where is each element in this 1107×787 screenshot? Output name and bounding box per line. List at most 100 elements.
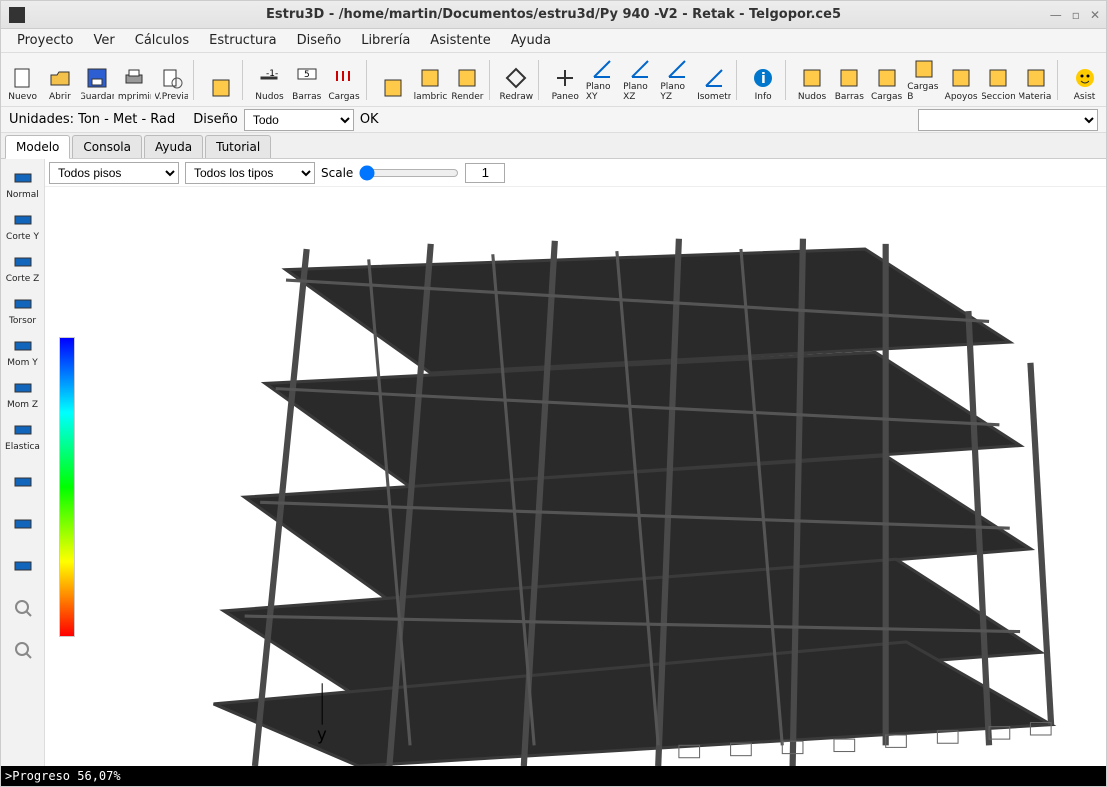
side-label: Corte Z — [6, 274, 40, 284]
side-nb[interactable] — [3, 497, 43, 537]
tb-abrir[interactable]: Abrir — [42, 56, 77, 104]
tab-tutorial[interactable]: Tutorial — [205, 135, 271, 158]
side-label: Elastica — [5, 442, 40, 452]
side-toolbar: Normal Corte Y Corte Z TorsorMom Y Mom Z Elas… — [1, 159, 45, 766]
tb-cargas[interactable]: Cargas — [326, 56, 361, 104]
info-icon: i — [750, 65, 776, 91]
tb-render[interactable]: Render — [450, 56, 485, 104]
tab-consola[interactable]: Consola — [72, 135, 142, 158]
tab-ayuda[interactable]: Ayuda — [144, 135, 203, 158]
tb-imprimir[interactable]: Imprimir — [117, 56, 152, 104]
cargas3-icon — [874, 65, 900, 91]
workspace: Normal Corte Y Corte Z TorsorMom Y Mom Z Elas… — [1, 159, 1106, 766]
side-label: Normal — [6, 190, 39, 200]
status-text: >Progreso 56,07% — [5, 769, 121, 783]
side-cortez[interactable]: Corte Z — [3, 245, 43, 285]
render-icon — [454, 65, 480, 91]
tb-label: Imprimir — [117, 92, 152, 102]
tb-label: Apoyos — [945, 92, 978, 102]
tb-nuevo[interactable]: Nuevo — [5, 56, 40, 104]
right-combo[interactable] — [918, 109, 1098, 131]
menu-proyecto[interactable]: Proyecto — [9, 31, 82, 50]
cargas2-icon — [380, 75, 406, 101]
maximize-button[interactable]: ▫ — [1072, 8, 1080, 22]
cortez-icon — [11, 250, 35, 274]
tb-barras2[interactable]: Barras — [832, 56, 867, 104]
tb-nudos2[interactable]: Nudos — [794, 56, 829, 104]
titlebar: Estru3D - /home/martin/Documentos/estru3… — [1, 1, 1106, 29]
tb-label: Plano XY — [586, 82, 619, 102]
tb-guardar[interactable]: Guardar — [80, 56, 115, 104]
menu-ver[interactable]: Ver — [86, 31, 123, 50]
side-zoomin[interactable] — [3, 581, 43, 621]
cargas-icon — [331, 65, 357, 91]
tb-seccion[interactable]: Seccion — [981, 56, 1016, 104]
axis-y-label: y — [317, 725, 327, 744]
nuevo-icon — [10, 65, 36, 91]
floor-filter-select[interactable]: Todos pisos — [49, 162, 179, 184]
tb-planoxy[interactable]: Plano XY — [585, 56, 620, 104]
menu-librería[interactable]: Librería — [353, 31, 418, 50]
tb-alambrico[interactable]: Alambrico — [413, 56, 448, 104]
menu-cálculos[interactable]: Cálculos — [127, 31, 197, 50]
scale-value-input[interactable] — [465, 163, 505, 183]
tb-tool-sup[interactable] — [203, 56, 238, 104]
tb-cargas2[interactable] — [375, 56, 410, 104]
side-cortey[interactable]: Corte Y — [3, 203, 43, 243]
tb-label: Cargas — [328, 92, 359, 102]
cargas-b-icon — [911, 57, 937, 81]
tb-apoyos[interactable]: Apoyos — [943, 56, 978, 104]
menu-asistente[interactable]: Asistente — [422, 31, 498, 50]
side-label: Mom Z — [7, 400, 38, 410]
tb-vprevia[interactable]: V.Previa — [154, 56, 189, 104]
tb-info[interactable]: iInfo — [746, 56, 781, 104]
side-torsor[interactable]: Torsor — [3, 287, 43, 327]
design-label: Diseño — [193, 112, 238, 127]
tb-asist[interactable]: Asist — [1067, 56, 1102, 104]
seccion-icon — [985, 65, 1011, 91]
side-zoomout[interactable] — [3, 623, 43, 663]
tb-label: Cargas B — [907, 82, 940, 102]
tb-redraw[interactable]: Redraw — [499, 56, 534, 104]
nc-icon — [11, 554, 35, 578]
menu-ayuda[interactable]: Ayuda — [503, 31, 559, 50]
asist-icon — [1072, 65, 1098, 91]
tb-cargas-b[interactable]: Cargas B — [906, 56, 941, 104]
tb-label: Alambrico — [413, 92, 448, 102]
imprimir-icon — [121, 65, 147, 91]
side-elastica[interactable]: Elastica — [3, 413, 43, 453]
elastica-icon — [11, 418, 35, 442]
vprevia-icon — [159, 65, 185, 91]
units-label: Unidades: Ton - Met - Rad — [9, 112, 175, 127]
tb-paneo[interactable]: Paneo — [548, 56, 583, 104]
menu-diseño[interactable]: Diseño — [289, 31, 350, 50]
design-select[interactable]: Todo — [244, 109, 354, 131]
side-na[interactable] — [3, 455, 43, 495]
tab-modelo[interactable]: Modelo — [5, 135, 70, 159]
tb-cargas3[interactable]: Cargas — [869, 56, 904, 104]
tb-barras[interactable]: 5Barras — [289, 56, 324, 104]
side-nc[interactable] — [3, 539, 43, 579]
toolbar-separator — [1057, 60, 1063, 100]
side-momz[interactable]: Mom Z — [3, 371, 43, 411]
tb-label: Nudos — [798, 92, 826, 102]
nudos2-icon — [799, 65, 825, 91]
tb-planoyz[interactable]: Plano YZ — [659, 56, 694, 104]
tb-material[interactable]: Material — [1018, 56, 1053, 104]
type-filter-select[interactable]: Todos los tipos — [185, 162, 315, 184]
app-icon — [9, 7, 25, 23]
viewport-3d[interactable]: y — [45, 187, 1106, 766]
minimize-button[interactable]: — — [1050, 8, 1062, 22]
side-momy[interactable]: Mom Y — [3, 329, 43, 369]
menu-estructura[interactable]: Estructura — [201, 31, 284, 50]
close-button[interactable]: ✕ — [1090, 8, 1100, 22]
tb-nudos[interactable]: -1-Nudos — [252, 56, 287, 104]
svg-text:5: 5 — [304, 70, 310, 80]
scale-slider[interactable] — [359, 165, 459, 181]
tb-label: V.Previa — [154, 92, 189, 102]
tool-sup-icon — [208, 75, 234, 101]
tb-planoxz[interactable]: Plano XZ — [622, 56, 657, 104]
tb-label: Paneo — [552, 92, 579, 102]
side-normal[interactable]: Normal — [3, 161, 43, 201]
tb-isometr[interactable]: Isometr — [697, 56, 732, 104]
